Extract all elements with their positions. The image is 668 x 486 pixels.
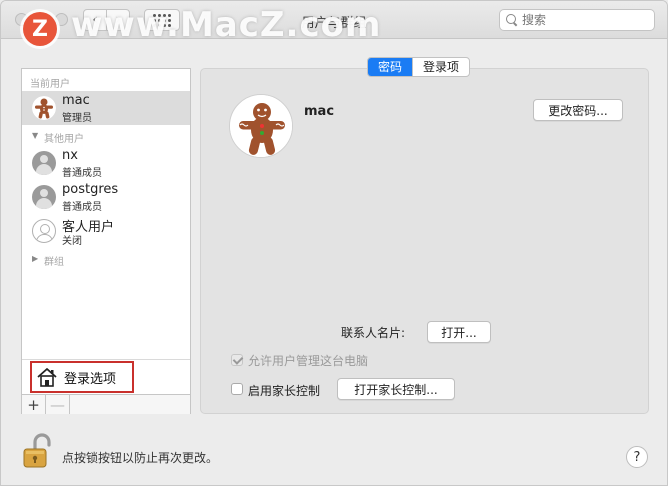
generic-user-icon <box>32 185 56 209</box>
allow-admin-label: 允许用户管理这台电脑 <box>248 354 369 368</box>
help-button[interactable]: ? <box>626 446 648 468</box>
search-field[interactable] <box>499 9 655 31</box>
parental-controls-checkbox[interactable] <box>231 383 243 395</box>
login-options-label: 登录选项 <box>64 371 117 387</box>
remove-user-button[interactable]: — <box>46 395 70 414</box>
login-options-item[interactable]: 登录选项 <box>30 361 134 393</box>
user-role: 关闭 <box>62 236 82 247</box>
search-icon <box>506 14 518 26</box>
user-name: nx <box>62 148 78 163</box>
gingerbread-icon <box>230 95 292 157</box>
other-users-label: 其他用户 <box>44 134 84 145</box>
user-role: 普通成员 <box>62 168 102 179</box>
generic-user-icon <box>32 151 56 175</box>
allow-admin-checkbox[interactable] <box>231 354 243 366</box>
current-users-label: 当前用户 <box>30 79 70 90</box>
watermark-text: www.MacZ.com <box>71 5 382 45</box>
change-password-button[interactable]: 更改密码... <box>533 99 623 121</box>
user-role: 普通成员 <box>62 202 102 213</box>
user-name: mac <box>62 93 90 108</box>
tab-password[interactable]: 密码 <box>368 58 413 76</box>
disclosure-triangle-down-icon[interactable]: ▼ <box>32 131 38 140</box>
open-parental-controls-button[interactable]: 打开家长控制... <box>337 378 455 400</box>
user-picture[interactable] <box>229 94 293 158</box>
user-row-postgres[interactable]: postgres 普通成员 <box>22 180 190 214</box>
house-icon <box>37 368 57 387</box>
sidebar-toolbar: + — <box>22 394 190 414</box>
open-contact-button[interactable]: 打开... <box>427 321 491 343</box>
user-row-nx[interactable]: nx 普通成员 <box>22 146 190 180</box>
user-row-mac[interactable]: mac 管理员 <box>22 91 190 125</box>
lock-instruction-text: 点按锁按钮以防止再次更改。 <box>62 451 219 465</box>
sidebar-divider <box>22 359 190 360</box>
add-user-button[interactable]: + <box>22 395 46 414</box>
guest-user-icon <box>32 219 56 243</box>
user-name: postgres <box>62 182 119 197</box>
user-list-sidebar: 当前用户 mac 管理员 ▼ 其他用户 nx 普通成员 postgres 普通成… <box>21 68 191 414</box>
users-groups-window: ‹ › 用户与群组 Z www.MacZ.com 当前用户 <box>0 0 668 486</box>
user-role: 管理员 <box>62 113 92 124</box>
disclosure-triangle-right-icon[interactable]: ▶ <box>32 254 38 263</box>
unlocked-padlock-icon[interactable] <box>21 433 53 469</box>
contact-card-label: 联系人名片: <box>341 326 406 340</box>
gingerbread-icon <box>32 96 56 120</box>
user-row-guest[interactable]: 客人用户 关闭 <box>22 214 190 248</box>
parental-controls-label: 启用家长控制 <box>248 384 321 398</box>
selected-user-name: mac <box>304 104 335 119</box>
tab-login-items[interactable]: 登录项 <box>412 58 469 76</box>
search-input[interactable] <box>522 13 642 27</box>
groups-label: 群组 <box>44 257 64 268</box>
segmented-tabs: 密码 登录项 <box>367 57 471 77</box>
watermark-logo: Z <box>23 12 57 46</box>
